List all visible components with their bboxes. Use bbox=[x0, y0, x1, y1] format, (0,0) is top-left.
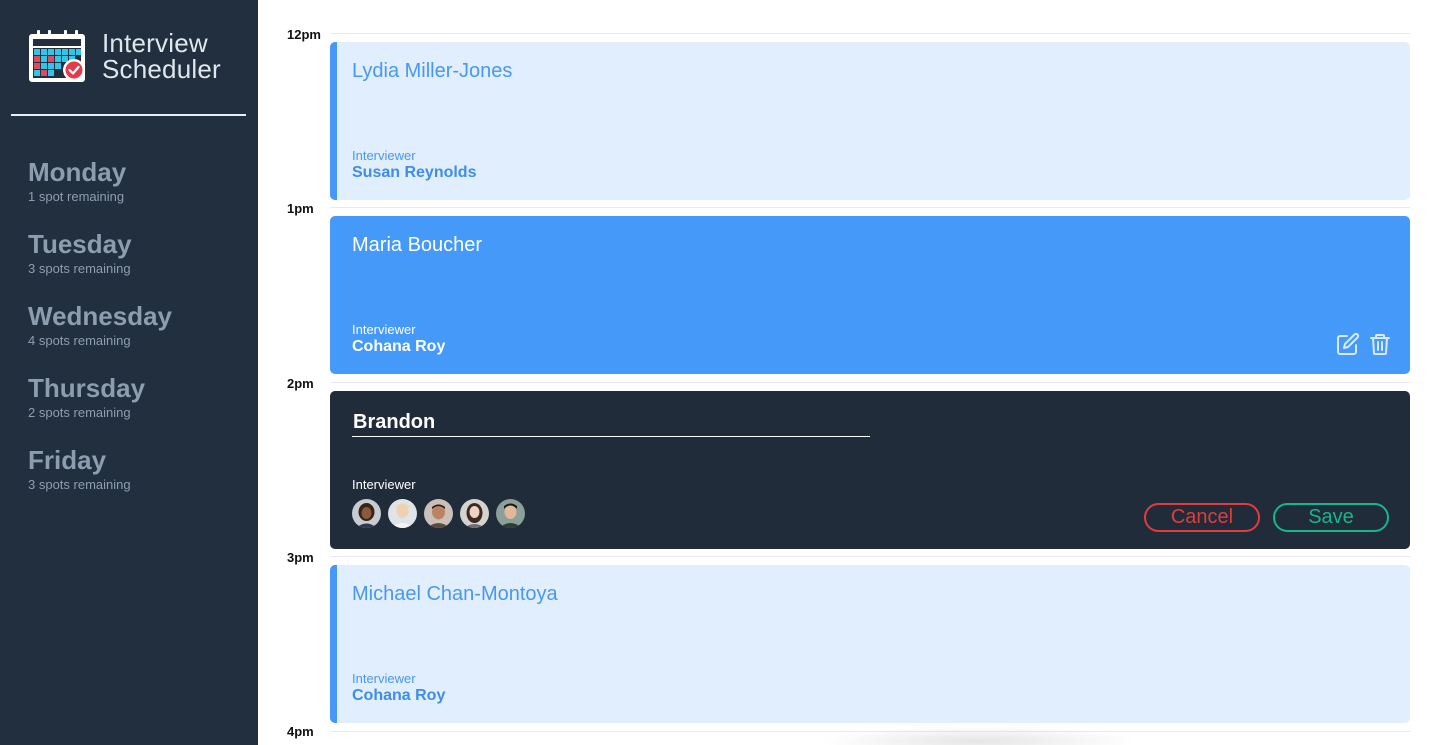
interviewer-avatar[interactable] bbox=[424, 499, 453, 528]
hour-divider bbox=[330, 207, 1410, 208]
day-spots: 1 spot remaining bbox=[28, 189, 125, 204]
day-list: Monday 1 spot remaining Tuesday 3 spots … bbox=[28, 156, 172, 516]
calendar-check-icon bbox=[29, 30, 85, 82]
trash-icon[interactable] bbox=[1368, 332, 1392, 356]
day-spots: 3 spots remaining bbox=[28, 477, 131, 492]
interviewer-avatar[interactable] bbox=[496, 499, 525, 528]
interviewer-list-label: Interviewer bbox=[352, 477, 416, 492]
appointment-card[interactable]: Lydia Miller-Jones Interviewer Susan Rey… bbox=[330, 42, 1410, 200]
cancel-button[interactable]: Cancel bbox=[1144, 503, 1260, 532]
save-button[interactable]: Save bbox=[1273, 503, 1389, 532]
appointment-card[interactable]: Michael Chan-Montoya Interviewer Cohana … bbox=[330, 565, 1410, 723]
interviewer-list bbox=[352, 499, 525, 528]
brand-name: Interview Scheduler bbox=[102, 30, 221, 82]
interviewer-name: Cohana Roy bbox=[352, 338, 446, 355]
student-name: Lydia Miller-Jones bbox=[352, 60, 513, 82]
interviewer-avatar[interactable] bbox=[352, 499, 381, 528]
brand: Interview Scheduler bbox=[28, 27, 221, 85]
add-appointment-shadow bbox=[818, 726, 1138, 745]
hour-label-3pm: 3pm bbox=[287, 550, 314, 565]
appointment-form: Interviewer bbox=[330, 391, 1410, 549]
interviewer-label: Interviewer bbox=[352, 322, 416, 337]
student-name: Michael Chan-Montoya bbox=[352, 583, 558, 605]
student-name: Maria Boucher bbox=[352, 234, 483, 256]
hour-divider bbox=[330, 382, 1410, 383]
day-name: Monday bbox=[28, 157, 127, 187]
day-name: Tuesday bbox=[28, 229, 132, 259]
appointment-actions bbox=[1336, 332, 1392, 356]
schedule: 12pm Lydia Miller-Jones Interviewer Susa… bbox=[258, 0, 1436, 745]
hour-label-1pm: 1pm bbox=[287, 201, 314, 216]
interviewer-label: Interviewer bbox=[352, 671, 416, 686]
day-item-wednesday[interactable]: Wednesday 4 spots remaining bbox=[28, 300, 172, 372]
interviewer-name: Cohana Roy bbox=[352, 687, 446, 704]
brand-line-1: Interview bbox=[102, 28, 208, 58]
student-name-input[interactable] bbox=[352, 408, 870, 437]
sidebar-divider bbox=[11, 114, 246, 116]
sidebar: Interview Scheduler Monday 1 spot remain… bbox=[0, 0, 258, 745]
interviewer-label: Interviewer bbox=[352, 148, 416, 163]
day-item-tuesday[interactable]: Tuesday 3 spots remaining bbox=[28, 228, 172, 300]
day-name: Thursday bbox=[28, 373, 146, 403]
brand-line-2: Scheduler bbox=[102, 54, 221, 84]
hour-label-2pm: 2pm bbox=[287, 376, 314, 391]
day-item-thursday[interactable]: Thursday 2 spots remaining bbox=[28, 372, 172, 444]
hour-label-4pm: 4pm bbox=[287, 724, 314, 739]
day-item-friday[interactable]: Friday 3 spots remaining bbox=[28, 444, 172, 516]
hour-divider bbox=[330, 33, 1410, 34]
day-spots: 3 spots remaining bbox=[28, 261, 131, 276]
day-spots: 4 spots remaining bbox=[28, 333, 131, 348]
day-item-monday[interactable]: Monday 1 spot remaining bbox=[28, 156, 172, 228]
appointment-card-hovered[interactable]: Maria Boucher Interviewer Cohana Roy bbox=[330, 216, 1410, 374]
hour-label-12pm: 12pm bbox=[287, 27, 321, 42]
day-name: Friday bbox=[28, 445, 107, 475]
day-name: Wednesday bbox=[28, 301, 173, 331]
interviewer-avatar[interactable] bbox=[460, 499, 489, 528]
day-spots: 2 spots remaining bbox=[28, 405, 131, 420]
edit-icon[interactable] bbox=[1336, 332, 1360, 356]
interviewer-avatar[interactable] bbox=[388, 499, 417, 528]
hour-divider bbox=[330, 556, 1410, 557]
interviewer-name: Susan Reynolds bbox=[352, 164, 477, 181]
